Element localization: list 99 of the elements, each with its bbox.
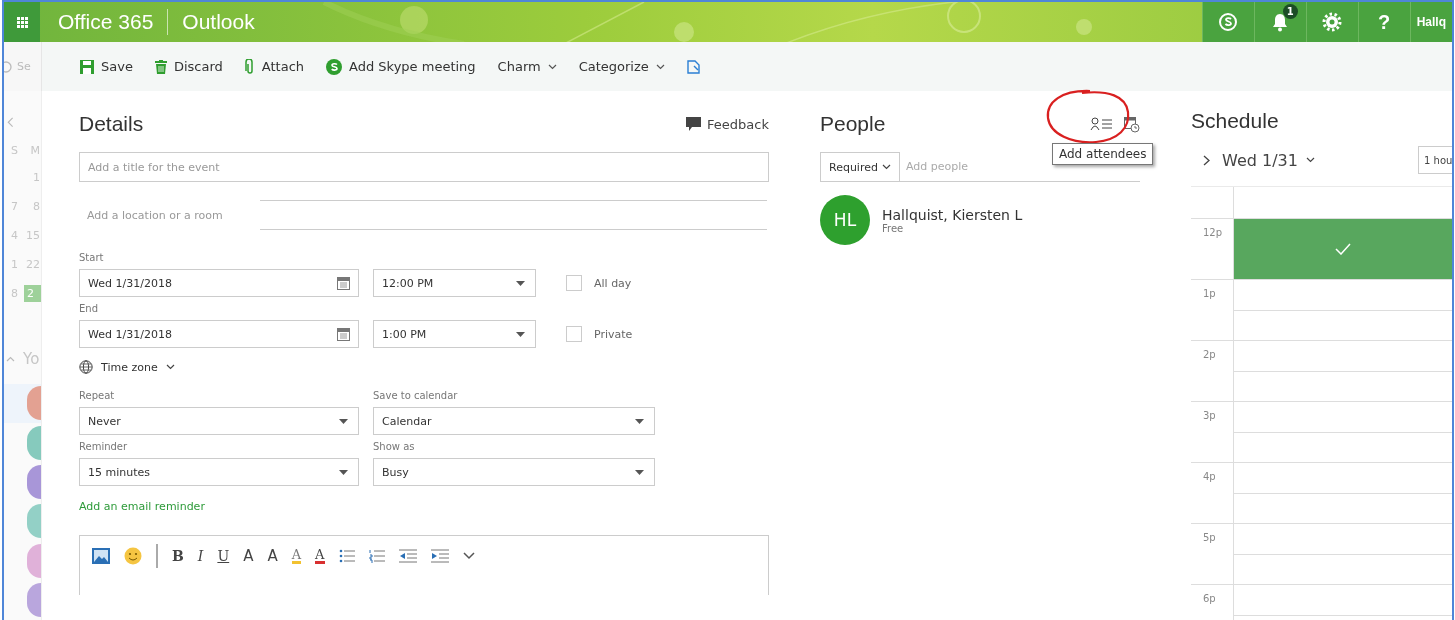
date-field[interactable]: Wed 1/31/2018: [79, 320, 359, 348]
hour-label: 5p: [1202, 531, 1217, 545]
attendance-dropdown[interactable]: Required: [820, 152, 900, 181]
trash-icon: [154, 59, 167, 74]
hour-label: 1p: [1202, 287, 1217, 301]
date-field[interactable]: Wed 1/31/2018: [79, 269, 359, 297]
hour-label: 6p: [1202, 592, 1217, 606]
grow-button[interactable]: A: [267, 547, 278, 565]
checkbox[interactable]: [566, 275, 582, 291]
dropdown-arrow-icon: [635, 469, 644, 475]
checkbox[interactable]: [566, 326, 582, 342]
smiley-icon[interactable]: [124, 547, 142, 565]
date-picker-button[interactable]: Wed 1/31: [1222, 150, 1315, 170]
chevron-right-icon[interactable]: [1203, 154, 1210, 166]
time-dropdown[interactable]: 12:00 PM: [373, 269, 536, 297]
duration-dropdown[interactable]: 1 hou: [1418, 146, 1452, 174]
dropdown[interactable]: Calendar: [373, 407, 655, 435]
chevron-up-icon: [6, 355, 15, 362]
save-icon: [80, 59, 94, 74]
calendar-icon: [337, 276, 350, 290]
field-label: Save to calendar: [373, 390, 459, 401]
checkbox-label: Private: [594, 327, 633, 341]
chevron-down-icon: [655, 63, 665, 70]
field-label: Show as: [373, 441, 416, 452]
paperclip-icon: [244, 58, 255, 75]
menu-button[interactable]: Categorize: [568, 55, 675, 78]
dropdown[interactable]: Never: [79, 407, 359, 435]
hour-label: 12p: [1202, 226, 1224, 240]
message-editor[interactable]: B I U A A A A: [79, 535, 769, 595]
comment-icon: [686, 117, 702, 131]
field-label: Repeat: [79, 390, 116, 401]
section-title: People: [820, 112, 886, 136]
dropdown[interactable]: Busy: [373, 458, 655, 486]
section-title: Details: [79, 112, 144, 136]
font-size-button[interactable]: A: [243, 547, 254, 565]
hour-label: 2p: [1202, 348, 1217, 362]
search-icon: [4, 59, 14, 74]
attach-button[interactable]: Attach: [234, 54, 315, 79]
dropdown-arrow-icon: [516, 280, 525, 286]
email-reminder-link[interactable]: Add an email reminder: [79, 500, 205, 513]
skype-button[interactable]: Add Skype meeting: [316, 54, 486, 79]
tooltip: Add attendees: [1052, 143, 1154, 165]
menu-button[interactable]: Charm: [487, 55, 567, 78]
image-icon[interactable]: [92, 548, 110, 564]
document-icon: [686, 59, 700, 74]
chevron-down-icon: [881, 164, 891, 170]
app-launcher-button[interactable]: [4, 2, 40, 42]
field-label: Start: [79, 252, 105, 263]
app-name: Outlook: [181, 10, 256, 34]
discard-button[interactable]: Discard: [144, 55, 233, 78]
chevron-left-icon[interactable]: [6, 117, 14, 128]
skype-button[interactable]: [1201, 2, 1254, 42]
dropdown-arrow-icon: [516, 331, 525, 337]
notification-badge: 1: [1282, 4, 1298, 19]
notifications-button[interactable]: 1: [1253, 2, 1306, 42]
time-zone-button[interactable]: Time zone: [79, 360, 769, 374]
chevron-down-icon: [165, 364, 175, 370]
attendee-name: Hallquist, Kiersten L: [882, 206, 1023, 223]
underline-button[interactable]: U: [217, 548, 230, 564]
feedback-button[interactable]: Feedback: [686, 116, 769, 132]
checkmark-icon: [1335, 243, 1351, 255]
title-field[interactable]: Add a title for the event: [79, 152, 769, 182]
skype-icon: [326, 58, 343, 75]
chevron-down-icon[interactable]: [462, 552, 475, 560]
settings-button[interactable]: [1305, 2, 1358, 42]
time-dropdown[interactable]: 1:00 PM: [373, 320, 536, 348]
settings-icon: [1322, 12, 1343, 32]
italic-button[interactable]: I: [197, 548, 204, 564]
section-title: Schedule: [1191, 109, 1279, 133]
skype-icon: [1218, 12, 1239, 32]
availability-status: Free: [882, 222, 904, 234]
bullet-list-icon[interactable]: [338, 549, 355, 563]
dropdown-arrow-icon: [635, 418, 644, 424]
numbered-list-icon[interactable]: [368, 549, 385, 563]
calendar-item[interactable]: [4, 383, 41, 423]
hour-label: 3p: [1202, 409, 1217, 423]
bell-icon: [1271, 12, 1290, 32]
increase-indent-icon[interactable]: [430, 549, 449, 563]
dropdown-arrow-icon: [339, 469, 348, 475]
chevron-down-icon: [1305, 157, 1315, 163]
save-button[interactable]: Save: [70, 55, 143, 78]
avatar: HL: [820, 195, 870, 245]
chevron-down-icon: [547, 63, 557, 70]
grid-icon: [16, 16, 28, 28]
checkbox-label: All day: [594, 276, 632, 290]
globe-icon: [79, 360, 93, 374]
brand-name: Office 365: [57, 10, 155, 34]
font-color-button[interactable]: A: [315, 548, 325, 564]
hour-label: 4p: [1202, 470, 1217, 484]
decrease-indent-icon[interactable]: [398, 549, 417, 563]
dropdown[interactable]: 15 minutes: [79, 458, 359, 486]
calendar-icon: [337, 327, 350, 341]
field-label: Reminder: [79, 441, 129, 452]
field-label: End: [79, 303, 99, 314]
highlight-button[interactable]: A: [291, 548, 302, 564]
bold-button[interactable]: B: [172, 548, 184, 564]
dropdown-arrow-icon: [339, 418, 348, 424]
calendar-clock-icon[interactable]: [1124, 115, 1140, 133]
contact-list-icon[interactable]: [1090, 117, 1112, 131]
